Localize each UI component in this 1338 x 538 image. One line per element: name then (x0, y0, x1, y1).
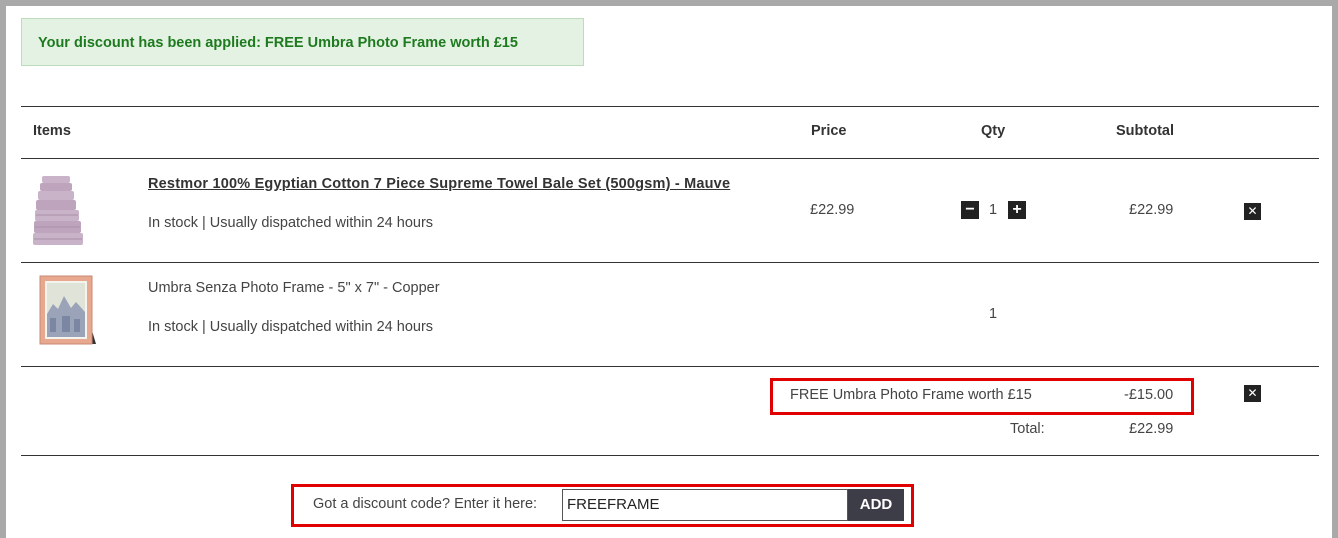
qty-increase-button[interactable]: + (1008, 201, 1026, 219)
totals-divider (21, 455, 1319, 456)
stock-status: In stock | Usually dispatched within 24 … (148, 319, 434, 335)
header-price: Price (811, 123, 847, 139)
close-icon: ✕ (1247, 386, 1258, 400)
basket-page: Your discount has been applied: FREE Umb… (6, 6, 1332, 538)
row-divider (21, 366, 1319, 367)
discount-applied-banner: Your discount has been applied: FREE Umb… (21, 18, 584, 66)
header-items: Items (33, 123, 71, 139)
discount-code-prompt: Got a discount code? Enter it here: (313, 496, 538, 512)
product-name-text[interactable]: Restmor 100% Egyptian Cotton 7 Piece Sup… (148, 176, 730, 192)
qty-value: 1 (989, 202, 998, 218)
add-discount-button[interactable]: ADD (848, 489, 904, 521)
minus-icon: − (965, 201, 975, 218)
towel-set-thumbnail[interactable] (32, 174, 84, 253)
header-subtotal: Subtotal (1116, 123, 1174, 139)
discount-code-input[interactable]: FREEFRAME (562, 489, 848, 521)
total-value: £22.99 (1129, 421, 1174, 437)
total-label: Total: (1010, 421, 1045, 437)
product-name: Umbra Senza Photo Frame - 5" x 7" - Copp… (148, 280, 440, 296)
qty-value: 1 (989, 306, 998, 322)
discount-value: -£15.00 (1124, 387, 1174, 403)
item-price: £22.99 (810, 202, 855, 218)
table-top-divider (21, 106, 1319, 107)
plus-icon: + (1012, 201, 1022, 218)
stock-status: In stock | Usually dispatched within 24 … (148, 215, 434, 231)
item-subtotal: £22.99 (1129, 202, 1174, 218)
photo-frame-thumbnail[interactable] (38, 274, 98, 355)
close-icon: ✕ (1247, 204, 1258, 218)
qty-decrease-button[interactable]: − (961, 201, 979, 219)
remove-discount-button[interactable]: ✕ (1244, 385, 1261, 402)
row-divider (21, 262, 1319, 263)
header-qty: Qty (981, 123, 1006, 139)
product-name-link[interactable]: Restmor 100% Egyptian Cotton 7 Piece Sup… (148, 176, 730, 192)
header-divider (21, 158, 1319, 159)
remove-item-button[interactable]: ✕ (1244, 203, 1261, 220)
discount-label: FREE Umbra Photo Frame worth £15 (790, 387, 1032, 403)
